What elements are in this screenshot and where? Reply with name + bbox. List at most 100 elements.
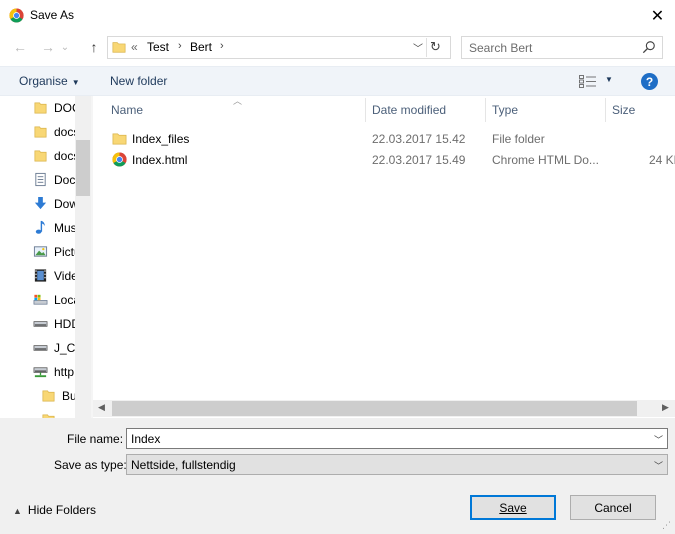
navigation-pane-scroll-thumb[interactable] [76, 140, 90, 196]
file-row-index-files[interactable]: Index_files 22.03.2017 15.42 File folder [93, 128, 675, 149]
save-as-type-select[interactable]: Nettside, fullstendig [126, 454, 668, 475]
address-overflow[interactable]: « [131, 40, 138, 54]
drive-icon [33, 321, 48, 327]
address-segment-bert[interactable]: Bert [190, 40, 212, 54]
refresh-icon[interactable]: ↻ [430, 39, 441, 55]
scroll-right-icon[interactable]: ▶ [662, 402, 669, 413]
file-name-input[interactable]: Index [126, 428, 668, 449]
horizontal-scroll-thumb[interactable] [112, 401, 637, 416]
save-button[interactable]: Save [470, 495, 556, 520]
file-row-index-html[interactable]: Index.html 22.03.2017 15.49 Chrome HTML … [93, 149, 675, 170]
network-drive-icon [33, 367, 48, 378]
nav-item-label: Downloads [54, 197, 75, 211]
folder-icon [34, 102, 47, 114]
back-button[interactable]: ← [9, 37, 31, 57]
resize-grip-icon[interactable]: ⋰ [662, 520, 671, 531]
command-toolbar: Organise ▼ New folder ▼ ? [0, 66, 675, 96]
nav-item-pictures[interactable]: Pictures [0, 240, 75, 264]
address-bar[interactable]: « Test › Bert › ﹀ ↻ [107, 36, 451, 59]
chrome-icon [9, 8, 24, 23]
file-list-horizontal-scrollbar[interactable]: ◀ ▶ [93, 400, 675, 417]
nav-item-docs[interactable]: docs [0, 120, 75, 144]
organise-button[interactable]: Organise ▼ [19, 74, 80, 88]
title-bar: Save As ✕ [0, 0, 675, 31]
file-name-label: File name: [67, 432, 124, 446]
music-icon [35, 220, 45, 234]
pictures-icon [33, 246, 48, 257]
nav-item-videos[interactable]: Videos [0, 264, 75, 288]
file-date: 22.03.2017 15.49 [372, 153, 466, 167]
nav-item-label: http [54, 365, 75, 379]
help-icon[interactable]: ? [641, 73, 658, 90]
nav-item-label: J_C [54, 341, 75, 355]
column-header-size[interactable]: Size [612, 96, 635, 122]
nav-item-label: HDD [54, 317, 75, 331]
column-header-type[interactable]: Type [492, 96, 518, 122]
forward-arrow-icon: → [41, 39, 55, 55]
forward-button[interactable]: → [37, 37, 59, 57]
nav-item-label: Local Disk [54, 293, 75, 307]
chrome-icon [112, 152, 127, 167]
folder-icon [112, 133, 127, 145]
nav-item-hdd[interactable]: HDD [0, 312, 75, 336]
column-header-name[interactable]: Name [111, 96, 143, 122]
hide-folders-button[interactable]: ▲ Hide Folders [13, 503, 96, 517]
nav-item-label: Documents [54, 173, 75, 187]
scroll-left-icon[interactable]: ◀ [98, 402, 105, 413]
column-separator[interactable] [605, 98, 606, 122]
nav-item-documents[interactable]: Documents [0, 168, 75, 192]
sort-ascending-icon: ︿ [233, 96, 243, 106]
file-type: Chrome HTML Do... [492, 153, 599, 167]
file-name: Index_files [132, 132, 190, 146]
column-separator[interactable] [485, 98, 486, 122]
chevron-right-icon[interactable]: › [220, 40, 224, 52]
nav-item-label: Bu [62, 389, 75, 403]
folder-icon [34, 150, 47, 162]
documents-icon [35, 172, 46, 187]
nav-item-local-disk[interactable]: Local Disk [0, 288, 75, 312]
back-arrow-icon: ← [13, 39, 27, 55]
address-dropdown-icon[interactable]: ﹀ [413, 40, 423, 55]
chevron-down-icon[interactable]: ﹀ [654, 433, 663, 446]
nav-item-label: Videos [54, 269, 75, 283]
cancel-button[interactable]: Cancel [570, 495, 656, 520]
view-options-icon[interactable] [579, 75, 597, 88]
nav-item-docs-2[interactable]: docs [0, 144, 75, 168]
nav-item-doc[interactable]: DOC [0, 96, 75, 120]
close-icon: ✕ [650, 7, 665, 25]
nav-item-music[interactable]: Music [0, 216, 75, 240]
organise-label: Organise [19, 74, 68, 88]
window-title: Save As [30, 8, 75, 22]
chevron-down-icon: ⌄ [60, 41, 70, 53]
caret-down-icon: ▼ [71, 78, 80, 87]
nav-item-http[interactable]: http [0, 360, 75, 384]
column-header-date-modified[interactable]: Date modified [372, 96, 446, 122]
nav-item-label: Pictures [54, 245, 75, 259]
chevron-right-icon[interactable]: › [178, 40, 182, 52]
folder-icon [112, 42, 126, 53]
recent-locations-button[interactable]: ⌄ [59, 37, 71, 57]
new-folder-button[interactable]: New folder [110, 74, 167, 88]
folder-icon [42, 390, 55, 402]
up-button[interactable]: ↑ [83, 37, 105, 57]
file-date: 22.03.2017 15.42 [372, 132, 466, 146]
address-segment-test[interactable]: Test [147, 40, 169, 54]
search-icon[interactable] [642, 40, 656, 54]
column-separator[interactable] [365, 98, 366, 122]
search-box[interactable]: Search Bert [461, 36, 663, 59]
save-as-type-value: Nettside, fullstendig [131, 458, 236, 472]
chevron-down-icon[interactable]: ﹀ [654, 459, 663, 472]
nav-item-bu[interactable]: Bu [8, 384, 75, 408]
videos-icon [34, 269, 47, 282]
file-list: ︿ Name Date modified Type Size Index_fil… [93, 96, 675, 418]
drive-icon [33, 345, 48, 351]
downloads-icon [34, 196, 47, 210]
close-button[interactable]: ✕ [640, 0, 675, 31]
search-input[interactable]: Search Bert [469, 41, 532, 55]
nav-item-jc[interactable]: J_C [0, 336, 75, 360]
chevron-up-icon: ▲ [13, 506, 22, 516]
save-button-label: Save [499, 500, 527, 515]
caret-down-icon[interactable]: ▼ [605, 75, 613, 84]
nav-item-downloads[interactable]: Downloads [0, 192, 75, 216]
nav-item-partial[interactable] [8, 408, 75, 418]
